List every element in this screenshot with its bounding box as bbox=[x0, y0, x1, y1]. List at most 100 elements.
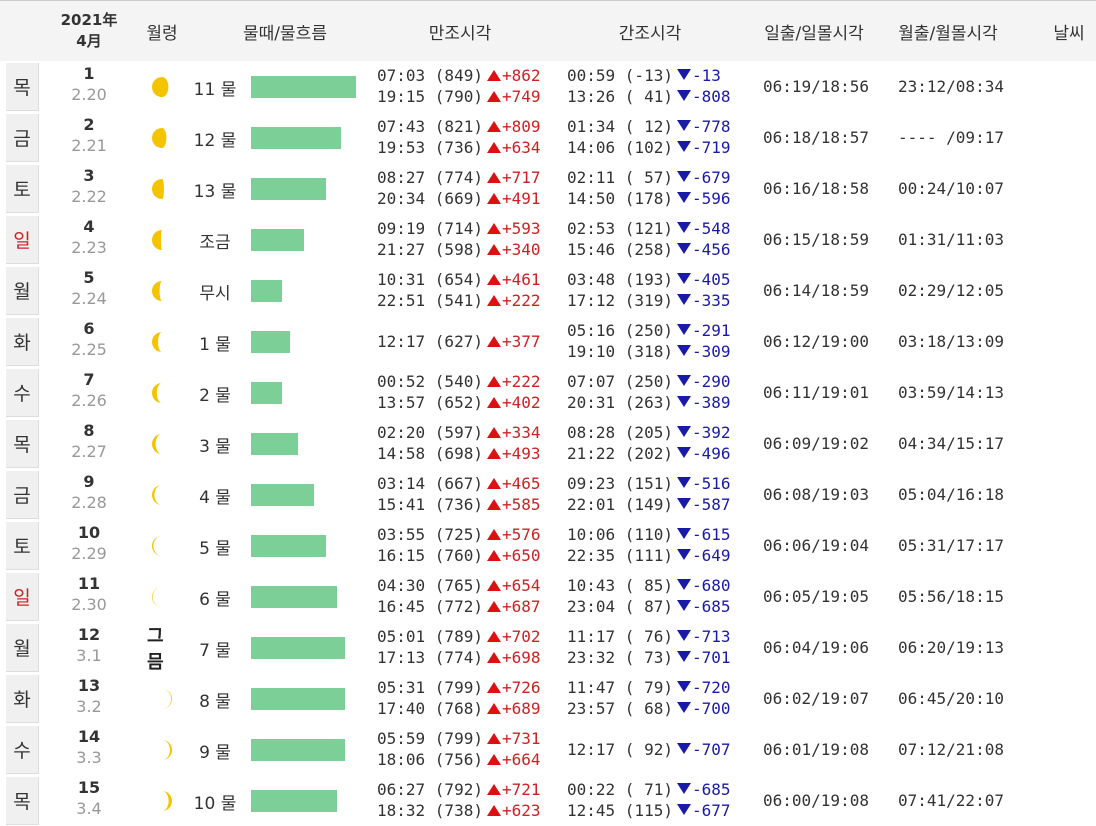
lunar-date: 2.20 bbox=[71, 85, 107, 104]
rise-value: +702 bbox=[502, 627, 541, 646]
fall-value: -516 bbox=[692, 474, 731, 493]
low-tide-time: 07:07 (250) bbox=[567, 372, 673, 391]
solar-day: 12 bbox=[77, 625, 101, 644]
rise-value: +222 bbox=[502, 372, 541, 391]
tide-fall-diff: -615 bbox=[677, 525, 731, 544]
tide-name: 13 물 bbox=[193, 182, 237, 202]
triangle-up-icon bbox=[487, 172, 501, 183]
tide-rise-diff: +465 bbox=[487, 474, 541, 493]
tide-rise-diff: +721 bbox=[487, 780, 541, 799]
triangle-down-icon bbox=[677, 396, 691, 407]
triangle-up-icon bbox=[487, 91, 501, 102]
moonrise-moonset-time: 07:12/21:08 bbox=[898, 740, 1004, 759]
fall-value: -291 bbox=[692, 321, 731, 340]
triangle-down-icon bbox=[677, 743, 691, 754]
moon-waxing-crescent-icon bbox=[147, 788, 177, 814]
high-tide-time: 17:40 (768) bbox=[377, 699, 483, 718]
low-tide-time: 02:11 ( 57) bbox=[567, 168, 673, 187]
header-weather: 날씨 bbox=[1053, 23, 1085, 44]
solar-day: 2 bbox=[83, 115, 95, 134]
fall-value: -700 bbox=[692, 699, 731, 718]
moon-phase-text: 그믐 bbox=[147, 626, 164, 673]
low-tide-time: 19:10 (318) bbox=[567, 342, 673, 361]
rise-value: +402 bbox=[502, 393, 541, 412]
tide-fall-diff: -290 bbox=[677, 372, 731, 391]
header-low-tide: 간조시각 bbox=[618, 23, 682, 44]
tide-fall-diff: -496 bbox=[677, 444, 731, 463]
high-tide-time: 21:27 (598) bbox=[377, 240, 483, 259]
triangle-up-icon bbox=[487, 244, 501, 255]
tide-fall-diff: -649 bbox=[677, 546, 731, 565]
rise-value: +465 bbox=[502, 474, 541, 493]
triangle-down-icon bbox=[677, 783, 691, 794]
rise-value: +726 bbox=[502, 678, 541, 697]
triangle-up-icon bbox=[487, 652, 501, 663]
tide-rise-diff: +809 bbox=[487, 117, 541, 136]
rise-value: +862 bbox=[502, 66, 541, 85]
triangle-up-icon bbox=[487, 733, 501, 744]
tide-fall-diff: -677 bbox=[677, 801, 731, 820]
lunar-date: 3.2 bbox=[76, 697, 102, 716]
moon-waxing-crescent-icon bbox=[147, 686, 177, 712]
lunar-date: 2.28 bbox=[71, 493, 107, 512]
high-tide-time: 18:06 (756) bbox=[377, 750, 483, 769]
high-tide-time: 03:14 (667) bbox=[377, 474, 483, 493]
tide-strength-bar bbox=[251, 637, 345, 659]
triangle-up-icon bbox=[487, 121, 501, 132]
triangle-down-icon bbox=[677, 324, 691, 335]
triangle-down-icon bbox=[677, 447, 691, 458]
solar-day: 9 bbox=[83, 472, 95, 491]
tide-rise-diff: +377 bbox=[487, 332, 541, 351]
tide-rise-diff: +664 bbox=[487, 750, 541, 769]
tide-strength-bar bbox=[251, 280, 282, 302]
tide-fall-diff: -548 bbox=[677, 219, 731, 238]
tide-name: 12 물 bbox=[193, 131, 237, 151]
moon-waning-crescent-icon bbox=[147, 584, 177, 610]
triangle-up-icon bbox=[487, 376, 501, 387]
moonrise-moonset-time: 05:04/16:18 bbox=[898, 485, 1004, 504]
tide-strength-bar bbox=[251, 76, 356, 98]
tide-strength-bar bbox=[251, 433, 298, 455]
tide-fall-diff: -392 bbox=[677, 423, 731, 442]
tide-rise-diff: +334 bbox=[487, 423, 541, 442]
fall-value: -679 bbox=[692, 168, 731, 187]
tide-name: 조금 bbox=[199, 233, 231, 253]
tide-rise-diff: +461 bbox=[487, 270, 541, 289]
high-tide-time: 09:19 (714) bbox=[377, 219, 483, 238]
high-tide-time: 12:17 (627) bbox=[377, 332, 483, 351]
high-tide-time: 00:52 (540) bbox=[377, 372, 483, 391]
tide-rise-diff: +717 bbox=[487, 168, 541, 187]
tide-fall-diff: -707 bbox=[677, 740, 731, 759]
tide-strength-bar bbox=[251, 127, 341, 149]
fall-value: -808 bbox=[692, 87, 731, 106]
moon-waxing-crescent-icon bbox=[147, 737, 177, 763]
tide-rise-diff: +222 bbox=[487, 372, 541, 391]
tide-fall-diff: -309 bbox=[677, 342, 731, 361]
moonrise-moonset-time: 05:31/17:17 bbox=[898, 536, 1004, 555]
low-tide-time: 12:45 (115) bbox=[567, 801, 673, 820]
triangle-down-icon bbox=[677, 294, 691, 305]
fall-value: -685 bbox=[692, 780, 731, 799]
high-tide-time: 16:15 (760) bbox=[377, 546, 483, 565]
triangle-up-icon bbox=[487, 601, 501, 612]
fall-value: -496 bbox=[692, 444, 731, 463]
lunar-date: 2.25 bbox=[71, 340, 107, 359]
moon-phase-label: 그믐 bbox=[147, 626, 177, 673]
fall-value: -677 bbox=[692, 801, 731, 820]
rise-value: +664 bbox=[502, 750, 541, 769]
rise-value: +749 bbox=[502, 87, 541, 106]
weekday-cell: 토 bbox=[6, 165, 39, 213]
fall-value: -548 bbox=[692, 219, 731, 238]
triangle-up-icon bbox=[487, 580, 501, 591]
tide-fall-diff: -679 bbox=[677, 168, 731, 187]
weekday-cell: 금 bbox=[6, 114, 39, 162]
tide-fall-diff: -405 bbox=[677, 270, 731, 289]
low-tide-time: 20:31 (263) bbox=[567, 393, 673, 412]
triangle-down-icon bbox=[677, 222, 691, 233]
triangle-down-icon bbox=[677, 549, 691, 560]
tide-name: 7 물 bbox=[199, 641, 231, 661]
lunar-date: 3.4 bbox=[76, 799, 102, 818]
rise-value: +576 bbox=[502, 525, 541, 544]
rise-value: +689 bbox=[502, 699, 541, 718]
low-tide-time: 02:53 (121) bbox=[567, 219, 673, 238]
